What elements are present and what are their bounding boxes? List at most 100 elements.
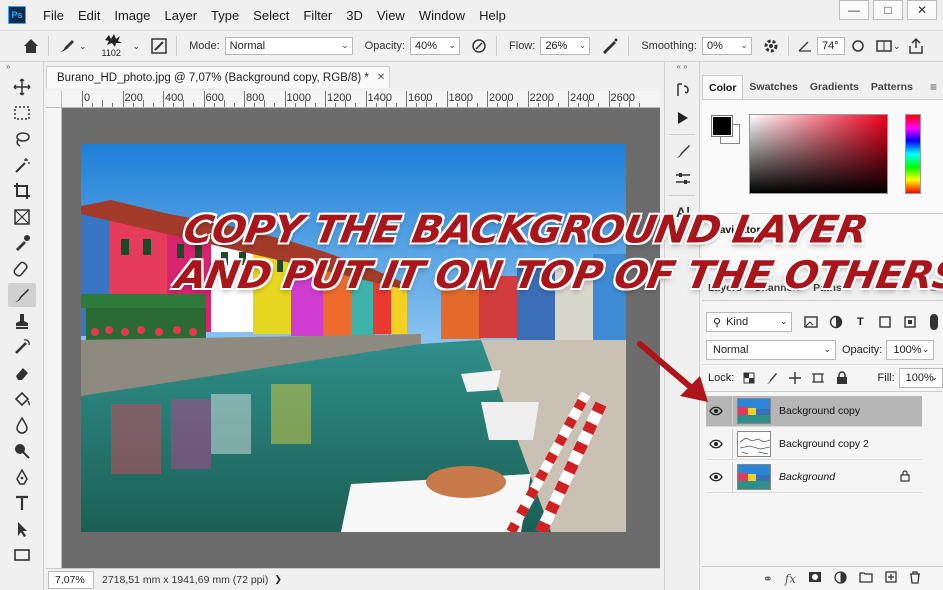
history-icon[interactable] xyxy=(671,78,695,102)
clone-stamp-icon[interactable] xyxy=(8,309,36,333)
brush-icon[interactable] xyxy=(8,283,36,307)
chevron-down-icon[interactable]: ⌄ xyxy=(79,41,87,52)
color-spectrum-picker[interactable] xyxy=(749,114,888,194)
dodge-icon[interactable] xyxy=(8,439,36,463)
history-brush-icon[interactable] xyxy=(8,335,36,359)
tab-color[interactable]: Color xyxy=(702,75,744,99)
share-icon[interactable] xyxy=(907,37,925,55)
lasso-icon[interactable] xyxy=(8,127,36,151)
menu-image[interactable]: Image xyxy=(107,8,157,23)
eye-icon[interactable] xyxy=(706,406,726,416)
collapse-dock-icon[interactable]: « » xyxy=(665,62,699,74)
crop-icon[interactable] xyxy=(8,179,36,203)
tab-patterns[interactable]: Patterns xyxy=(865,75,919,99)
path-selection-icon[interactable] xyxy=(8,517,36,541)
chevron-down-icon[interactable]: ⌄ xyxy=(893,41,901,52)
new-layer-icon[interactable] xyxy=(885,571,897,586)
menu-help[interactable]: Help xyxy=(472,8,513,23)
flow-field[interactable]: 26% ⌄ xyxy=(540,37,591,55)
zoom-field[interactable]: 7,07% xyxy=(48,570,94,589)
layer-row-background-copy-2[interactable]: Background copy 2 xyxy=(706,428,922,460)
fx-icon[interactable]: fx xyxy=(785,572,796,586)
hue-slider[interactable] xyxy=(905,114,921,194)
menu-file[interactable]: File xyxy=(36,8,71,23)
airbrush-icon[interactable] xyxy=(600,37,620,55)
frame-icon[interactable] xyxy=(8,205,36,229)
menu-edit[interactable]: Edit xyxy=(71,8,107,23)
magic-wand-icon[interactable] xyxy=(8,153,36,177)
fill-field[interactable]: 100% ⌄ xyxy=(898,368,943,388)
close-icon[interactable]: ✕ xyxy=(907,0,937,20)
lock-position-icon[interactable] xyxy=(787,369,803,387)
canvas-area[interactable] xyxy=(62,108,660,568)
add-mask-icon[interactable] xyxy=(808,571,822,586)
gear-icon[interactable] xyxy=(762,37,780,55)
adjustment-layer-icon[interactable] xyxy=(834,570,847,587)
blur-icon[interactable] xyxy=(8,413,36,437)
menu-view[interactable]: View xyxy=(370,8,412,23)
filter-type-icon[interactable]: T xyxy=(852,313,870,331)
tab-gradients[interactable]: Gradients xyxy=(804,75,865,99)
close-icon[interactable]: ✕ xyxy=(377,72,385,83)
menu-filter[interactable]: Filter xyxy=(296,8,339,23)
eyedropper-icon[interactable] xyxy=(8,231,36,255)
trash-icon[interactable] xyxy=(909,570,921,587)
menu-layer[interactable]: Layer xyxy=(158,8,205,23)
mode-dropdown[interactable]: Normal ⌄ xyxy=(224,37,353,55)
menu-window[interactable]: Window xyxy=(412,8,472,23)
eye-icon[interactable] xyxy=(706,472,726,482)
lock-all-icon[interactable] xyxy=(833,369,849,387)
lock-artboard-icon[interactable] xyxy=(810,369,826,387)
filter-kind-dropdown[interactable]: ⚲ Kind ⌄ xyxy=(706,312,793,332)
menu-type[interactable]: Type xyxy=(204,8,246,23)
type-icon[interactable] xyxy=(8,491,36,515)
brush-preset-icon[interactable] xyxy=(57,37,77,55)
chevron-right-icon[interactable]: ❯ xyxy=(274,574,282,585)
maximize-icon[interactable]: □ xyxy=(873,0,903,20)
layer-row-background[interactable]: Background xyxy=(706,461,922,493)
play-action-icon[interactable] xyxy=(671,106,695,130)
angle-field[interactable]: 74° xyxy=(816,37,845,55)
filter-pixel-icon[interactable] xyxy=(802,313,820,331)
opacity-field[interactable]: 40% ⌄ xyxy=(410,37,461,55)
menu-select[interactable]: Select xyxy=(246,8,296,23)
layer-row-background-copy[interactable]: Background copy xyxy=(706,395,922,427)
eye-icon[interactable] xyxy=(706,439,726,449)
collapse-toolbar-icon[interactable]: » xyxy=(0,62,43,74)
brush-size-picker[interactable]: 1102 xyxy=(97,32,133,60)
paint-bucket-icon[interactable] xyxy=(8,387,36,411)
panel-menu-icon[interactable]: ≡ xyxy=(930,80,937,94)
ruler-minor-tick xyxy=(223,100,225,107)
brush-settings-panel-icon[interactable] xyxy=(671,139,695,163)
pressure-size-icon[interactable] xyxy=(851,37,865,55)
pressure-opacity-icon[interactable] xyxy=(470,37,488,55)
symmetry-icon[interactable] xyxy=(875,37,893,55)
chevron-down-icon[interactable]: ⌄ xyxy=(133,41,141,52)
smoothing-field[interactable]: 0% ⌄ xyxy=(701,37,752,55)
menu-3d[interactable]: 3D xyxy=(339,8,370,23)
brush-settings-icon[interactable] xyxy=(150,37,168,55)
healing-brush-icon[interactable] xyxy=(8,257,36,281)
move-icon[interactable] xyxy=(8,75,36,99)
tab-swatches[interactable]: Swatches xyxy=(743,75,803,99)
foreground-color-swatch[interactable] xyxy=(711,115,733,137)
filter-smart-object-icon[interactable] xyxy=(901,313,919,331)
document-tab[interactable]: Burano_HD_photo.jpg @ 7,07% (Background … xyxy=(46,66,390,88)
blend-mode-dropdown[interactable]: Normal ⌄ xyxy=(706,340,836,360)
lock-transparent-icon[interactable] xyxy=(741,369,757,387)
filter-adjustment-icon[interactable] xyxy=(827,313,845,331)
layer-opacity-field[interactable]: 100% ⌄ xyxy=(886,340,935,360)
link-layers-icon[interactable]: ⚭ xyxy=(763,572,773,586)
home-icon[interactable] xyxy=(22,37,40,55)
pen-icon[interactable] xyxy=(8,465,36,489)
rectangle-icon[interactable] xyxy=(8,543,36,567)
lock-pixels-icon[interactable] xyxy=(764,369,780,387)
group-folder-icon[interactable] xyxy=(859,571,873,586)
ruler-label: 2200 xyxy=(529,92,554,104)
eraser-icon[interactable] xyxy=(8,361,36,385)
adjustments-icon[interactable] xyxy=(671,167,695,191)
marquee-icon[interactable] xyxy=(8,101,36,125)
minimize-icon[interactable]: — xyxy=(839,0,869,20)
filter-shape-icon[interactable] xyxy=(876,313,894,331)
filter-toggle[interactable] xyxy=(925,313,943,331)
